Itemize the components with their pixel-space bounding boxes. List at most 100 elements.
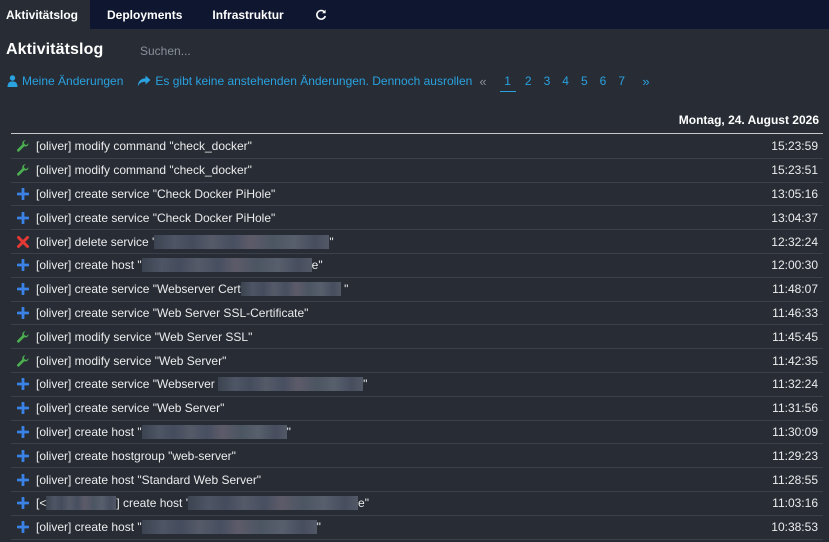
log-message[interactable]: [oliver] create service "Web Server" <box>36 401 224 415</box>
pagination-next[interactable]: » <box>642 74 649 89</box>
log-message[interactable]: [oliver] create host " " <box>36 520 321 535</box>
log-row[interactable]: [oliver] create host "Standard Web Serve… <box>11 468 823 492</box>
plus-icon <box>16 473 30 487</box>
log-row[interactable]: [oliver] create host " " 11:30:09 <box>11 421 823 445</box>
log-message-text: [oliver] create service "Webserver Cert <box>36 282 241 297</box>
log-message-text: ] create host ' <box>116 496 189 511</box>
page-title: Aktivitätslog <box>6 41 104 58</box>
wrench-icon <box>16 139 30 153</box>
tab-deployments[interactable]: Deployments <box>90 0 197 29</box>
log-message-text: [oliver] create service "Web Server SSL-… <box>36 305 309 320</box>
pagination-page-3[interactable]: 3 <box>541 74 553 88</box>
log-message[interactable]: [oliver] create host "Standard Web Serve… <box>36 473 261 487</box>
wrench-icon <box>16 330 30 344</box>
x-icon <box>16 235 30 249</box>
share-arrow-icon <box>138 75 151 87</box>
log-message-text: [oliver] create service "Web Server" <box>36 401 225 416</box>
log-row[interactable]: [oliver] create service "Check Docker Pi… <box>11 206 823 231</box>
log-message-text: e" <box>311 258 323 273</box>
log-row[interactable]: [oliver] create host " e" 12:00:30 <box>11 254 823 278</box>
log-time: 11:42:35 <box>772 353 818 368</box>
log-message[interactable]: [oliver] create host " e" <box>36 258 323 273</box>
plus-icon <box>16 306 30 320</box>
log-message[interactable]: [oliver] modify command "check_docker" <box>36 163 252 177</box>
log-time: 11:29:23 <box>772 448 818 463</box>
plus-icon <box>16 401 30 415</box>
log-message[interactable]: [oliver] create service "Check Docker Pi… <box>36 211 275 225</box>
header-divider <box>11 133 823 134</box>
log-row[interactable]: [oliver] create service "Web Server" 11:3… <box>11 397 823 421</box>
redacted-text <box>141 424 287 439</box>
plus-icon <box>16 425 30 439</box>
pagination-page-4[interactable]: 4 <box>560 74 572 88</box>
log-message-text: [oliver] modify command "check_docker" <box>36 139 252 154</box>
log-message[interactable]: [oliver] create service "Webserver " <box>36 377 368 392</box>
log-message[interactable]: [oliver] create hostgroup "web-server" <box>36 449 236 463</box>
reload-button[interactable] <box>299 0 335 29</box>
plus-icon <box>16 187 30 201</box>
log-time: 11:46:33 <box>772 305 818 320</box>
log-message-text: " <box>363 377 368 392</box>
pagination-page-6[interactable]: 6 <box>597 74 609 88</box>
log-time: 11:31:56 <box>772 401 818 416</box>
log-message[interactable]: [oliver] create service "Check Docker Pi… <box>36 187 275 201</box>
rollout-link[interactable]: Es gibt keine anstehenden Änderungen. De… <box>123 74 472 88</box>
pagination-page-5[interactable]: 5 <box>578 74 590 88</box>
plus-icon <box>16 211 30 225</box>
user-icon <box>7 75 18 87</box>
log-row[interactable]: [oliver] create service "Webserver Cert … <box>11 278 823 302</box>
log-row[interactable]: [oliver] modify command "check_docker" 15… <box>11 135 823 159</box>
log-time: 11:45:45 <box>772 329 818 344</box>
pagination-prev[interactable]: « <box>479 74 486 89</box>
log-time: 12:32:24 <box>771 234 818 249</box>
log-message[interactable]: [oliver] create service "Web Server SSL-… <box>36 306 308 320</box>
log-message-text: [oliver] create service "Check Docker Pi… <box>36 210 276 225</box>
log-row[interactable]: [oliver] modify command "check_docker" 15… <box>11 159 823 183</box>
pagination-page-7[interactable]: 7 <box>616 74 628 88</box>
plus-icon <box>16 449 30 463</box>
plus-icon <box>16 258 30 272</box>
log-message[interactable]: [oliver] modify service "Web Server SSL" <box>36 330 252 344</box>
log-row[interactable]: [<] create host ' e" 11:03:16 <box>11 492 823 516</box>
log-row[interactable]: [oliver] create service "Check Docker Pi… <box>11 183 823 207</box>
log-date-header: Montag, 24. August 2026 <box>678 113 819 127</box>
plus-icon <box>16 377 30 391</box>
log-row[interactable]: [oliver] modify service "Web Server" 11:4… <box>11 349 823 373</box>
my-changes-link[interactable]: Meine Änderungen <box>7 74 123 88</box>
log-message-text: [oliver] create host " <box>36 520 142 535</box>
log-row[interactable]: [oliver] create host " " 10:38:53 <box>11 516 823 540</box>
my-changes-label: Meine Änderungen <box>22 74 124 88</box>
redacted-text <box>46 496 117 511</box>
log-message[interactable]: [oliver] create service "Webserver Cert … <box>36 282 348 297</box>
log-row[interactable]: [oliver] modify service "Web Server SSL"… <box>11 325 823 350</box>
log-row[interactable]: [oliver] create service "Webserver " 11:3… <box>11 373 823 397</box>
log-message-text: [oliver] modify command "check_docker" <box>36 163 252 178</box>
log-row[interactable]: [oliver] delete service ' " 12:32:24 <box>11 230 823 254</box>
log-message-text: [oliver] create hostgroup "web-server" <box>36 448 236 463</box>
pagination-page-1[interactable]: 1 <box>499 74 516 92</box>
pagination-page-2[interactable]: 2 <box>522 74 534 88</box>
log-row[interactable]: [oliver] create service "Web Server SSL-… <box>11 302 823 326</box>
log-message[interactable]: [oliver] create host " " <box>36 424 291 439</box>
tab-infrastruktur[interactable]: Infrastruktur <box>197 0 298 29</box>
log-message-text: [oliver] create host "Standard Web Serve… <box>36 472 262 487</box>
log-time: 11:30:09 <box>772 424 818 439</box>
log-message[interactable]: [<] create host ' e" <box>36 496 369 511</box>
top-navigation: Aktivitätslog Deployments Infrastruktur <box>0 0 829 29</box>
log-message[interactable]: [oliver] modify command "check_docker" <box>36 139 252 153</box>
log-message[interactable]: [oliver] modify service "Web Server" <box>36 354 226 368</box>
log-message-text: [oliver] create service "Check Docker Pi… <box>36 186 276 201</box>
wrench-icon <box>16 354 30 368</box>
tab-aktivitaetslog[interactable]: Aktivitätslog <box>0 0 91 29</box>
search-input[interactable] <box>136 41 396 61</box>
log-message-text: [oliver] delete service ' <box>36 234 155 249</box>
log-message-text: [oliver] create host " <box>36 258 142 273</box>
log-time: 11:28:55 <box>772 472 818 487</box>
log-time: 12:00:30 <box>771 258 818 273</box>
log-time: 15:23:59 <box>771 139 818 154</box>
log-message[interactable]: [oliver] delete service ' " <box>36 234 334 249</box>
redacted-text <box>218 377 364 392</box>
log-row[interactable]: [oliver] create hostgroup "web-server" 11… <box>11 444 823 469</box>
log-message-text: [oliver] create host " <box>36 424 142 439</box>
pagination: « 1 2 3 4 5 6 7 » <box>479 70 650 92</box>
